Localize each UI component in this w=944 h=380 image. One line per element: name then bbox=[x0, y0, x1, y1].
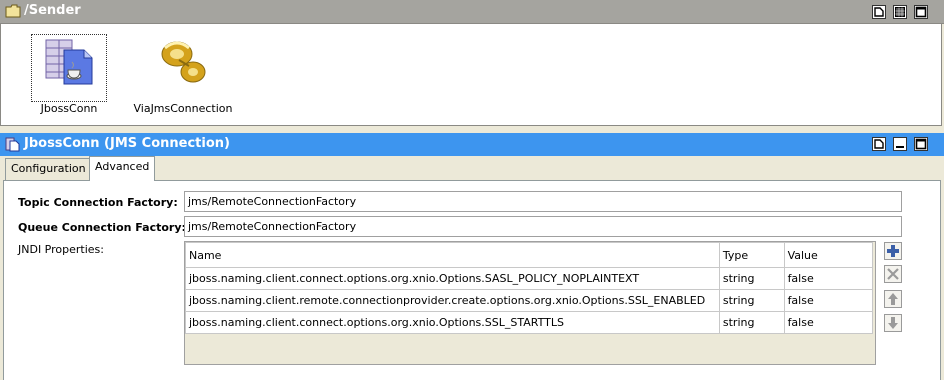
cell-value[interactable]: false bbox=[783, 267, 874, 290]
arrow-down-icon bbox=[888, 317, 898, 329]
topic-factory-input[interactable]: jms/RemoteConnectionFactory bbox=[184, 191, 902, 212]
cell-value[interactable]: false bbox=[783, 289, 874, 312]
cell-name[interactable]: jboss.naming.client.connect.options.org.… bbox=[185, 267, 720, 290]
delete-icon bbox=[887, 268, 899, 280]
document-icon bbox=[874, 7, 884, 17]
column-header-value[interactable]: Value bbox=[783, 242, 874, 268]
plus-icon bbox=[887, 245, 899, 257]
window-icon bbox=[915, 6, 927, 18]
tab-strip: Configuration Advanced bbox=[0, 156, 944, 181]
tab-configuration[interactable]: Configuration bbox=[5, 158, 92, 180]
restore-button[interactable] bbox=[872, 5, 886, 19]
connection-title-bar[interactable]: JbossConn (JMS Connection) bbox=[0, 133, 944, 156]
document-icon bbox=[874, 139, 884, 149]
table-row[interactable]: jboss.naming.client.connect.options.org.… bbox=[185, 267, 874, 290]
minimize-icon bbox=[896, 146, 904, 148]
table-row[interactable]: jboss.naming.client.connect.options.org.… bbox=[185, 311, 874, 334]
move-down-button[interactable] bbox=[884, 314, 902, 332]
cell-name[interactable]: jboss.naming.client.remote.connectionpro… bbox=[185, 289, 720, 312]
window-button[interactable] bbox=[914, 5, 928, 19]
via-connection-icon bbox=[161, 41, 206, 83]
table-header-row: Name Type Value bbox=[185, 242, 874, 268]
node-label: JbossConn bbox=[40, 102, 98, 115]
queue-factory-input[interactable]: jms/RemoteConnectionFactory bbox=[184, 216, 902, 237]
cell-name[interactable]: jboss.naming.client.connect.options.org.… bbox=[185, 311, 720, 334]
restore-button[interactable] bbox=[872, 137, 886, 151]
table-row[interactable]: jboss.naming.client.remote.connectionpro… bbox=[185, 289, 874, 312]
cell-type[interactable]: string bbox=[718, 311, 785, 334]
window-icon bbox=[915, 138, 927, 150]
column-header-name[interactable]: Name bbox=[185, 242, 720, 268]
queue-factory-label: Queue Connection Factory: bbox=[18, 221, 186, 234]
grid-icon bbox=[895, 7, 905, 17]
tab-advanced[interactable]: Advanced bbox=[89, 156, 156, 181]
node-label: ViaJmsConnection bbox=[133, 102, 233, 115]
folder-icon bbox=[5, 4, 21, 18]
cell-type[interactable]: string bbox=[718, 289, 785, 312]
node-viajmsconnection[interactable]: ViaJmsConnection bbox=[123, 34, 243, 118]
jndi-properties-label: JNDI Properties: bbox=[18, 243, 104, 256]
sender-title: /Sender bbox=[24, 3, 81, 18]
maximize-button[interactable] bbox=[893, 5, 907, 19]
arrow-up-icon bbox=[888, 293, 898, 305]
remove-property-button[interactable] bbox=[884, 265, 902, 283]
sender-canvas[interactable]: JbossConn ViaJmsConnection bbox=[0, 24, 942, 126]
jndi-properties-table[interactable]: Name Type Value jboss.naming.client.conn… bbox=[184, 241, 876, 365]
sender-panel: /Sender JbossConn ViaJmsConnection bbox=[0, 0, 944, 128]
jms-connection-icon bbox=[45, 39, 93, 85]
topic-factory-label: Topic Connection Factory: bbox=[18, 196, 178, 209]
advanced-tab-content: Topic Connection Factory: jms/RemoteConn… bbox=[3, 180, 941, 380]
node-jbossconn[interactable]: JbossConn bbox=[31, 34, 107, 118]
cell-type[interactable]: string bbox=[718, 267, 785, 290]
column-header-type[interactable]: Type bbox=[718, 242, 785, 268]
move-up-button[interactable] bbox=[884, 290, 902, 308]
maximize-button[interactable] bbox=[914, 137, 928, 151]
minimize-button[interactable] bbox=[893, 137, 907, 151]
cell-value[interactable]: false bbox=[783, 311, 874, 334]
connection-doc-icon bbox=[5, 137, 20, 152]
connection-title: JbossConn (JMS Connection) bbox=[24, 136, 230, 151]
add-property-button[interactable] bbox=[884, 242, 902, 260]
sender-title-bar[interactable]: /Sender bbox=[0, 0, 944, 24]
